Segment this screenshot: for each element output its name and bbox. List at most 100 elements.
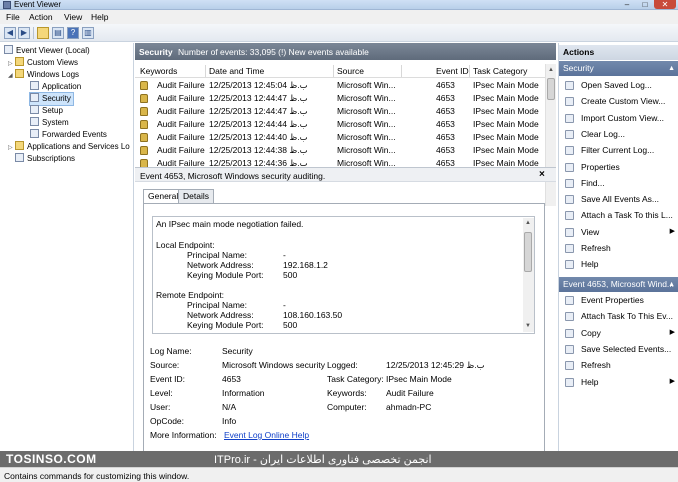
custom-view-icon: [565, 97, 574, 107]
action-save-all-events-as[interactable]: Save All Events As...: [559, 192, 678, 206]
copy-icon: [565, 328, 574, 338]
maximize-button[interactable]: □: [636, 0, 654, 9]
collapse-arrow-icon[interactable]: ▲: [668, 277, 675, 292]
prop-value: Microsoft Windows security: [222, 360, 325, 370]
column-event-id[interactable]: Event ID: [436, 66, 469, 76]
action-open-saved-log[interactable]: Open Saved Log...: [559, 78, 678, 92]
menu-view[interactable]: View: [64, 12, 82, 22]
event-description[interactable]: An IPsec main mode negotiation failed. L…: [152, 216, 535, 334]
column-keywords[interactable]: Keywords: [140, 66, 177, 76]
action-help[interactable]: Help: [559, 257, 678, 271]
tree-node-forwarded-events[interactable]: Forwarded Events: [30, 129, 107, 141]
tree-node-security[interactable]: Security: [29, 92, 74, 106]
action-properties[interactable]: Properties: [559, 160, 678, 174]
scroll-up-icon[interactable]: ▲: [547, 66, 555, 75]
event-action-attach-task-to-this-ev[interactable]: Attach Task To This Ev...: [559, 309, 678, 323]
tree-node-system[interactable]: System: [30, 117, 69, 129]
event-row[interactable]: Audit Failure 12/25/2013 12:44:40 ب.ظ Micr…: [135, 131, 545, 144]
action-filter-current-log[interactable]: Filter Current Log...: [559, 143, 678, 157]
column-date-time[interactable]: Date and Time: [209, 66, 264, 76]
show-hide-console-tree-icon[interactable]: ▤: [52, 27, 64, 39]
event-row[interactable]: Audit Failure 12/25/2013 12:44:47 ب.ظ Micr…: [135, 105, 545, 118]
column-separator[interactable]: [205, 65, 206, 77]
cell-event-id: 4653: [436, 93, 455, 103]
expand-arrow-icon[interactable]: ▷: [8, 142, 15, 154]
help-icon[interactable]: ?: [67, 27, 79, 39]
event-log-online-help-link[interactable]: Event Log Online Help: [224, 430, 309, 440]
action-create-custom-view[interactable]: Create Custom View...: [559, 94, 678, 108]
scroll-up-icon[interactable]: ▲: [524, 219, 532, 228]
actions-section-security[interactable]: Security ▲: [559, 61, 678, 76]
desc-value: -: [283, 300, 286, 310]
cell-task-category: IPsec Main Mode: [473, 132, 539, 142]
actions-section-event[interactable]: Event 4653, Microsoft Wind... ▲: [559, 277, 678, 292]
close-detail-icon[interactable]: ×: [539, 169, 545, 180]
column-task-category[interactable]: Task Category: [473, 66, 527, 76]
cell-source: Microsoft Win...: [337, 93, 396, 103]
event-row[interactable]: Audit Failure 12/25/2013 12:44:38 ب.ظ Micr…: [135, 144, 545, 157]
action-view[interactable]: View ▶: [559, 225, 678, 239]
action-label: Find...: [581, 177, 605, 188]
menu-file[interactable]: File: [6, 12, 20, 22]
toolbar-separator: [33, 27, 34, 39]
tree-node-subscriptions[interactable]: Subscriptions: [15, 153, 75, 165]
tab-details[interactable]: Details: [178, 189, 214, 203]
center-pane: Security Number of events: 33,095 (!) Ne…: [135, 43, 556, 468]
prop-value: ahmadn-PC: [386, 402, 432, 412]
event-viewer-app-icon: [3, 1, 11, 9]
column-separator[interactable]: [469, 65, 470, 77]
action-import-custom-view[interactable]: Import Custom View...: [559, 111, 678, 125]
up-folder-icon[interactable]: [37, 27, 49, 39]
action-find[interactable]: Find...: [559, 176, 678, 190]
desc-value: 108.160.163.50: [283, 310, 343, 320]
event-list-scrollbar[interactable]: ▲: [545, 64, 556, 206]
back-icon[interactable]: ◀: [4, 27, 16, 39]
tree-node-application[interactable]: Application: [30, 81, 81, 93]
collapse-arrow-icon[interactable]: ▲: [668, 61, 675, 76]
desc-key: Network Address:: [187, 310, 254, 320]
column-source[interactable]: Source: [337, 66, 364, 76]
column-separator[interactable]: [401, 65, 402, 77]
action-label: Attach Task To This Ev...: [581, 311, 673, 322]
watermark-right: ITPro.ir - انجمن تخصصی فناوری اطلاعات ای…: [214, 454, 432, 466]
tree-node-applications-and-services[interactable]: ▷ Applications and Services Lo: [8, 141, 130, 153]
event-action-copy[interactable]: Copy ▶: [559, 326, 678, 340]
prop-label: Event ID:: [150, 374, 185, 384]
tree-node-custom-views[interactable]: ▷ Custom Views: [8, 57, 78, 69]
event-list-header: Keywords Date and Time Source Event ID T…: [135, 64, 556, 78]
show-hide-action-pane-icon[interactable]: ▥: [82, 27, 94, 39]
scroll-thumb[interactable]: [547, 78, 555, 100]
tree-label: Subscriptions: [27, 154, 76, 163]
event-action-save-selected-events[interactable]: Save Selected Events...: [559, 342, 678, 356]
event-row[interactable]: Audit Failure 12/25/2013 12:44:44 ب.ظ Micr…: [135, 118, 545, 131]
menu-help[interactable]: Help: [91, 12, 108, 22]
collapse-arrow-icon[interactable]: ◢: [8, 70, 15, 82]
forward-icon[interactable]: ▶: [18, 27, 30, 39]
event-action-help[interactable]: Help ▶: [559, 375, 678, 389]
log-header: Security Number of events: 33,095 (!) Ne…: [135, 43, 556, 60]
tree-node-root[interactable]: Event Viewer (Local): [4, 45, 90, 57]
action-label: Save Selected Events...: [581, 343, 672, 354]
event-row[interactable]: Audit Failure 12/25/2013 12:45:04 ب.ظ Micr…: [135, 79, 545, 92]
action-clear-log[interactable]: Clear Log...: [559, 127, 678, 141]
action-attach-a-task-to-this-l[interactable]: Attach a Task To this L...: [559, 208, 678, 222]
close-button[interactable]: ✕: [654, 0, 676, 9]
column-separator[interactable]: [333, 65, 334, 77]
event-row[interactable]: Audit Failure 12/25/2013 12:44:47 ب.ظ Micr…: [135, 92, 545, 105]
tree-node-setup[interactable]: Setup: [30, 105, 63, 117]
cell-task-category: IPsec Main Mode: [473, 145, 539, 155]
scroll-thumb[interactable]: [524, 232, 532, 272]
minimize-button[interactable]: –: [618, 0, 636, 9]
event-list: Audit Failure 12/25/2013 12:45:04 ب.ظ Micr…: [135, 79, 545, 206]
action-label: Help: [581, 376, 599, 387]
action-label: Help: [581, 259, 599, 270]
description-scrollbar[interactable]: ▲ ▼: [523, 218, 534, 332]
event-action-event-properties[interactable]: Event Properties: [559, 293, 678, 307]
menu-action[interactable]: Action: [29, 12, 53, 22]
tree-node-windows-logs[interactable]: ◢ Windows Logs: [8, 69, 79, 81]
scroll-down-icon[interactable]: ▼: [524, 322, 532, 331]
action-refresh[interactable]: Refresh: [559, 241, 678, 255]
event-action-refresh[interactable]: Refresh: [559, 358, 678, 372]
folder-icon: [15, 141, 24, 150]
tree-label: Windows Logs: [27, 70, 80, 79]
